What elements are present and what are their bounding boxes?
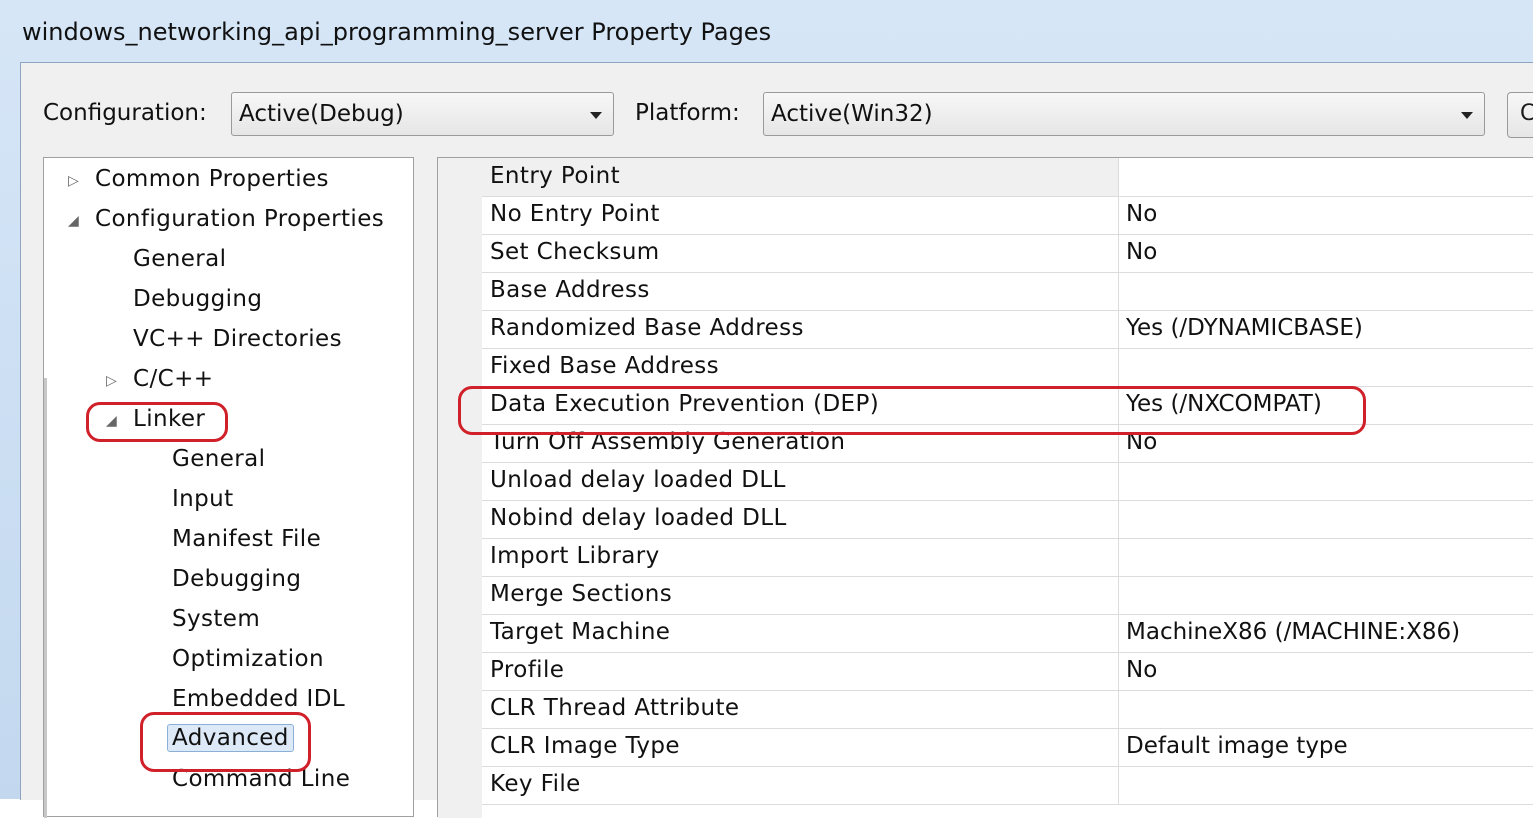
collapse-triangle-icon[interactable]: ◢ <box>68 213 79 229</box>
tree-item-linker-general[interactable]: General <box>172 446 265 472</box>
property-value[interactable]: No <box>1126 429 1157 455</box>
column-divider <box>1118 462 1119 500</box>
property-name: Turn Off Assembly Generation <box>490 429 846 455</box>
property-name: No Entry Point <box>490 201 660 227</box>
column-divider <box>1118 500 1119 538</box>
property-name: Randomized Base Address <box>490 315 804 341</box>
tree-item-common-properties[interactable]: Common Properties <box>95 166 329 192</box>
platform-value: Active(Win32) <box>771 101 933 127</box>
column-divider <box>1118 272 1119 310</box>
grid-gutter <box>438 158 482 818</box>
expand-triangle-icon[interactable]: ▷ <box>106 373 117 389</box>
property-value[interactable]: Yes (/NXCOMPAT) <box>1126 391 1322 417</box>
property-row[interactable]: Key File <box>482 766 1533 805</box>
tree-item-configuration-properties[interactable]: Configuration Properties <box>95 206 384 232</box>
platform-label: Platform: <box>635 100 740 126</box>
tree-item-cpp[interactable]: C/C++ <box>133 366 213 392</box>
property-row[interactable]: Unload delay loaded DLL <box>482 462 1533 501</box>
property-row[interactable]: Fixed Base Address <box>482 348 1533 387</box>
property-value[interactable]: Default image type <box>1126 733 1348 759</box>
property-name: Profile <box>490 657 565 683</box>
column-divider <box>1118 234 1119 272</box>
configuration-value: Active(Debug) <box>239 101 404 127</box>
property-name: Unload delay loaded DLL <box>490 467 786 493</box>
column-divider <box>1118 158 1119 196</box>
property-name: Key File <box>490 771 581 797</box>
property-row[interactable]: Profile No <box>482 652 1533 691</box>
configuration-manager-button[interactable]: C <box>1507 92 1533 138</box>
property-value[interactable]: No <box>1126 657 1157 683</box>
tree-item-linker-advanced[interactable]: Advanced <box>167 724 294 752</box>
column-divider <box>1118 576 1119 614</box>
property-name: Data Execution Prevention (DEP) <box>490 391 880 417</box>
column-divider <box>1118 614 1119 652</box>
property-row[interactable]: Nobind delay loaded DLL <box>482 500 1533 539</box>
property-name: Import Library <box>490 543 660 569</box>
property-name: CLR Image Type <box>490 733 680 759</box>
column-divider <box>1118 766 1119 804</box>
property-row[interactable]: Import Library <box>482 538 1533 577</box>
column-divider <box>1118 386 1119 424</box>
configuration-dropdown[interactable]: Active(Debug) <box>231 92 614 136</box>
tree-item-linker-debugging[interactable]: Debugging <box>172 566 301 592</box>
property-row[interactable]: CLR Image Type Default image type <box>482 728 1533 767</box>
property-value[interactable]: Yes (/DYNAMICBASE) <box>1126 315 1363 341</box>
property-row[interactable]: CLR Thread Attribute <box>482 690 1533 729</box>
tree-item-linker-input[interactable]: Input <box>172 486 234 512</box>
property-value[interactable]: No <box>1126 239 1157 265</box>
window-title: windows_networking_api_programming_serve… <box>22 18 772 46</box>
configuration-label: Configuration: <box>43 100 207 126</box>
property-row[interactable]: Base Address <box>482 272 1533 311</box>
column-divider <box>1118 728 1119 766</box>
chevron-down-icon <box>1461 112 1473 119</box>
property-row[interactable]: Target Machine MachineX86 (/MACHINE:X86) <box>482 614 1533 653</box>
column-divider <box>1118 348 1119 386</box>
property-row[interactable]: Entry Point <box>482 158 1533 197</box>
property-row-dep[interactable]: Data Execution Prevention (DEP) Yes (/NX… <box>482 386 1533 425</box>
tree-item-linker-embedded-idl[interactable]: Embedded IDL <box>172 686 345 712</box>
property-row[interactable]: Randomized Base Address Yes (/DYNAMICBAS… <box>482 310 1533 349</box>
tree-item-linker-system[interactable]: System <box>172 606 260 632</box>
column-divider <box>1118 310 1119 348</box>
property-name: Target Machine <box>490 619 671 645</box>
property-grid: Entry Point No Entry Point No Set Checks… <box>437 157 1533 818</box>
tree-scrollbar[interactable] <box>44 378 47 818</box>
tree-item-linker-command-line[interactable]: Command Line <box>172 766 350 792</box>
tree-item-general[interactable]: General <box>133 246 226 272</box>
property-value[interactable]: MachineX86 (/MACHINE:X86) <box>1126 619 1460 645</box>
chevron-down-icon <box>590 112 602 119</box>
property-name: Nobind delay loaded DLL <box>490 505 787 531</box>
property-row[interactable]: Turn Off Assembly Generation No <box>482 424 1533 463</box>
property-name: Fixed Base Address <box>490 353 720 379</box>
column-divider <box>1118 690 1119 728</box>
column-divider <box>1118 424 1119 462</box>
expand-triangle-icon[interactable]: ▷ <box>68 173 79 189</box>
platform-dropdown[interactable]: Active(Win32) <box>763 92 1485 136</box>
tree-item-debugging[interactable]: Debugging <box>133 286 262 312</box>
property-row[interactable]: No Entry Point No <box>482 196 1533 235</box>
tree-item-linker-optimization[interactable]: Optimization <box>172 646 324 672</box>
property-row[interactable]: Set Checksum No <box>482 234 1533 273</box>
property-name: Set Checksum <box>490 239 660 265</box>
column-divider <box>1118 538 1119 576</box>
property-name: Merge Sections <box>490 581 673 607</box>
property-row[interactable]: Merge Sections <box>482 576 1533 615</box>
column-divider <box>1118 652 1119 690</box>
property-name: Base Address <box>490 277 650 303</box>
tree-item-vcpp-directories[interactable]: VC++ Directories <box>133 326 342 352</box>
property-name: CLR Thread Attribute <box>490 695 740 721</box>
property-value[interactable]: No <box>1126 201 1157 227</box>
property-tree[interactable]: ▷ Common Properties ◢ Configuration Prop… <box>43 157 414 818</box>
column-divider <box>1118 196 1119 234</box>
property-name: Entry Point <box>490 163 621 189</box>
tree-item-linker[interactable]: Linker <box>133 406 205 432</box>
tree-item-linker-manifest-file[interactable]: Manifest File <box>172 526 321 552</box>
collapse-triangle-icon[interactable]: ◢ <box>106 413 117 429</box>
